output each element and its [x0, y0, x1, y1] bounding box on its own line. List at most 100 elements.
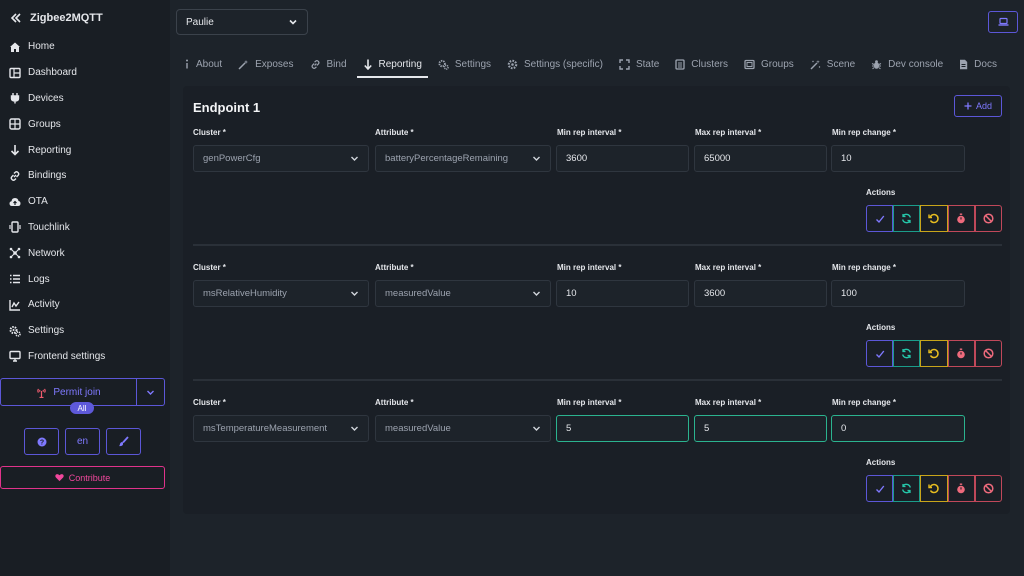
sidebar-item-network[interactable]: Network — [0, 240, 170, 266]
sidebar-item-logs[interactable]: Logs — [0, 266, 170, 292]
sidebar-item-devices[interactable]: Devices — [0, 86, 170, 112]
restore-button[interactable] — [920, 340, 948, 367]
min-change-input[interactable]: 10 — [831, 145, 965, 172]
actions-label: Actions — [866, 458, 896, 467]
cluster-label: Cluster * — [193, 263, 226, 272]
check-icon — [875, 484, 885, 494]
max-interval-input[interactable]: 5 — [694, 415, 827, 442]
device-select[interactable]: Paulie — [176, 9, 308, 35]
tab-bind[interactable]: Bind — [302, 50, 355, 78]
tab-clusters[interactable]: Clusters — [667, 50, 736, 78]
tower-icon — [36, 387, 47, 398]
attribute-select[interactable]: batteryPercentageRemaining — [375, 145, 551, 172]
sidebar-nav: Home Dashboard Devices Groups Reporting … — [0, 34, 170, 369]
sidebar-item-ota[interactable]: OTA — [0, 189, 170, 215]
activity-icon — [9, 299, 21, 311]
disable-reporting-button[interactable] — [947, 340, 975, 367]
disable-reporting-button[interactable] — [947, 205, 975, 232]
contribute-button[interactable]: Contribute — [0, 466, 165, 489]
min-interval-input[interactable]: 10 — [556, 280, 689, 307]
cluster-value: msTemperatureMeasurement — [203, 423, 328, 434]
language-button[interactable]: en — [65, 428, 100, 455]
remove-button[interactable] — [974, 340, 1002, 367]
apply-button[interactable] — [866, 340, 894, 367]
remove-button[interactable] — [974, 475, 1002, 502]
min-interval-input[interactable]: 5 — [556, 415, 689, 442]
ban-icon — [983, 483, 994, 494]
apply-button[interactable] — [866, 475, 894, 502]
disable-reporting-button[interactable] — [947, 475, 975, 502]
sidebar-item-frontend-settings[interactable]: Frontend settings — [0, 344, 170, 370]
brand[interactable]: Zigbee2MQTT — [10, 12, 103, 24]
sync-icon — [901, 483, 912, 494]
help-button[interactable]: ? — [24, 428, 59, 455]
tab-label: About — [196, 58, 223, 70]
endpoint-card: Endpoint 1 Add Cluster * Attribute * Min… — [183, 86, 1010, 514]
attribute-select[interactable]: measuredValue — [375, 280, 551, 307]
add-label: Add — [975, 101, 992, 111]
sidebar-item-touchlink[interactable]: Touchlink — [0, 215, 170, 241]
ban-icon — [983, 213, 994, 224]
tab-label: Settings — [454, 58, 492, 70]
sidebar-item-label: Home — [28, 41, 55, 53]
max-interval-input[interactable]: 3600 — [694, 280, 827, 307]
chevron-down-icon — [350, 289, 359, 298]
max-interval-input[interactable]: 65000 — [694, 145, 827, 172]
sidebar-item-reporting[interactable]: Reporting — [0, 137, 170, 163]
attribute-value: measuredValue — [385, 288, 451, 299]
tab-dev-console[interactable]: Dev console — [863, 50, 951, 78]
actions-label: Actions — [866, 188, 896, 197]
cluster-select[interactable]: msTemperatureMeasurement — [193, 415, 369, 442]
sidebar-item-label: Logs — [28, 273, 50, 285]
bug-icon — [871, 59, 882, 70]
tab-groups[interactable]: Groups — [736, 50, 802, 78]
tab-reporting[interactable]: Reporting — [355, 50, 430, 78]
refresh-button[interactable] — [893, 475, 921, 502]
min-change-input[interactable]: 0 — [831, 415, 965, 442]
chevron-down-icon — [146, 388, 155, 397]
restore-button[interactable] — [920, 205, 948, 232]
plus-icon — [964, 102, 972, 110]
tab-state[interactable]: State — [611, 50, 667, 78]
tab-settings-specific[interactable]: Settings (specific) — [499, 50, 611, 78]
tab-docs[interactable]: Docs — [951, 50, 1005, 78]
sidebar-item-activity[interactable]: Activity — [0, 292, 170, 318]
sidebar-item-dashboard[interactable]: Dashboard — [0, 60, 170, 86]
sidebar-item-groups[interactable]: Groups — [0, 111, 170, 137]
contribute-label: Contribute — [68, 472, 111, 483]
toggle-theme-button[interactable] — [988, 11, 1018, 33]
restore-button[interactable] — [920, 475, 948, 502]
attribute-value: batteryPercentageRemaining — [385, 153, 509, 164]
tab-settings[interactable]: Settings — [430, 50, 499, 78]
tab-scene[interactable]: Scene — [802, 50, 863, 78]
sidebar-item-settings[interactable]: Settings — [0, 318, 170, 344]
refresh-button[interactable] — [893, 340, 921, 367]
apply-button[interactable] — [866, 205, 894, 232]
sidebar-item-label: Frontend settings — [28, 350, 106, 362]
rule-divider — [193, 379, 1002, 381]
max-interval-label: Max rep interval * — [695, 398, 762, 407]
theme-button[interactable] — [106, 428, 141, 455]
sidebar-item-home[interactable]: Home — [0, 34, 170, 60]
refresh-button[interactable] — [893, 205, 921, 232]
min-interval-input[interactable]: 3600 — [556, 145, 689, 172]
add-rule-button[interactable]: Add — [954, 95, 1002, 117]
attribute-select[interactable]: measuredValue — [375, 415, 551, 442]
min-change-label: Min rep change * — [832, 263, 897, 272]
tab-about[interactable]: About — [176, 50, 230, 78]
permit-join-button[interactable]: Permit join — [0, 378, 137, 406]
cluster-select[interactable]: msRelativeHumidity — [193, 280, 369, 307]
groups-icon — [9, 118, 21, 130]
device-select-value: Paulie — [186, 16, 214, 28]
list-icon — [9, 273, 21, 285]
collapse-sidebar-icon[interactable] — [10, 12, 22, 24]
cluster-select[interactable]: genPowerCfg — [193, 145, 369, 172]
brush-icon — [118, 436, 129, 447]
heart-icon — [55, 473, 64, 482]
remove-button[interactable] — [974, 205, 1002, 232]
cogs-icon — [438, 59, 449, 70]
tab-exposes[interactable]: Exposes — [230, 50, 301, 78]
sidebar-item-bindings[interactable]: Bindings — [0, 163, 170, 189]
permit-join-dropdown[interactable] — [137, 378, 165, 406]
min-change-input[interactable]: 100 — [831, 280, 965, 307]
